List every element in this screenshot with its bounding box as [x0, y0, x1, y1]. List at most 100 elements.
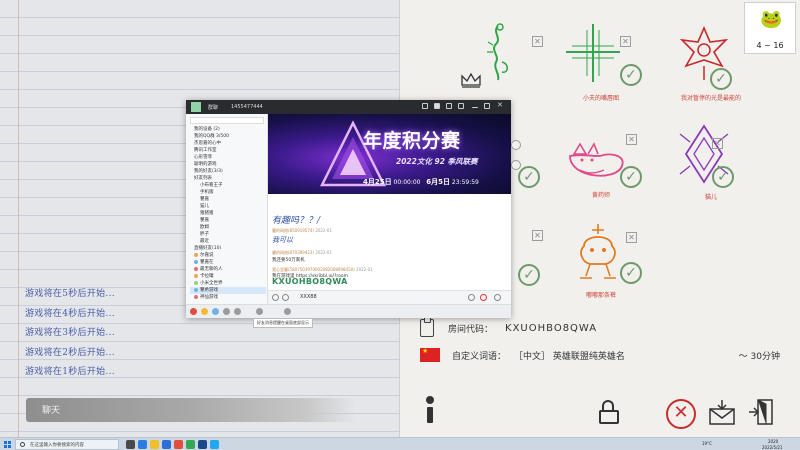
- chat-input-bar[interactable]: 聊天: [26, 398, 356, 422]
- checkmark-icon: ✓: [712, 166, 734, 188]
- clock-time[interactable]: 2020: [768, 439, 778, 444]
- side-tool-icon[interactable]: [511, 160, 521, 170]
- drawing-tile[interactable]: 我对暂停的光是最能的 ✓: [666, 22, 756, 112]
- drawing-tile[interactable]: ✕: [476, 22, 566, 112]
- list-item[interactable]: 手机版: [200, 189, 272, 196]
- qq-icon[interactable]: [210, 440, 219, 449]
- list-item[interactable]: 直播好友(10): [194, 245, 266, 252]
- close-icon[interactable]: ✕: [497, 101, 503, 109]
- windows-start-icon[interactable]: [4, 441, 11, 448]
- list-item[interactable]: 神仙游戏: [194, 294, 266, 301]
- contact-name: 卡拉罐: [200, 274, 214, 279]
- chrome-icon[interactable]: [186, 440, 195, 449]
- gamepad-icon[interactable]: [458, 103, 464, 109]
- chat-main: 年度积分赛 2022文化 92 季风联赛 4月25日 00:00:00 6月5日…: [268, 114, 511, 304]
- side-tool-icon[interactable]: [511, 140, 521, 150]
- list-item[interactable]: 我的好友(3/3): [194, 168, 266, 175]
- close-icon[interactable]: ✕: [712, 138, 723, 149]
- more-icon[interactable]: [494, 294, 501, 301]
- drawing-tile[interactable]: 嘟嘟那条裤 ✓ ✕: [556, 222, 646, 312]
- message-input[interactable]: XXX88: [300, 294, 317, 300]
- list-item[interactable]: 最无聊的人: [194, 266, 266, 273]
- drawing-tile[interactable]: 猫儿 ✓ ✕: [666, 122, 756, 212]
- list-item[interactable]: 瞿嘉: [200, 217, 272, 224]
- app-icon[interactable]: [174, 440, 183, 449]
- list-item[interactable]: 尔嘉说: [194, 252, 266, 259]
- contact-search-input[interactable]: [190, 117, 264, 124]
- checkmark-icon: ✓: [620, 64, 642, 86]
- app-icon[interactable]: [256, 308, 263, 315]
- contact-list: 我的设备 (2) 我的QQ群 3/500 杰思嘉的心中 腾讯工作室 心形雪菲 聪…: [186, 114, 268, 304]
- list-item[interactable]: 好友列表: [194, 175, 266, 182]
- file-explorer-icon[interactable]: [150, 440, 159, 449]
- list-item[interactable]: 小米全世界: [194, 280, 266, 287]
- close-icon[interactable]: ✕: [532, 36, 543, 47]
- countdown-messages: 游戏将在5秒后开始... 游戏将在4秒后开始... 游戏将在3秒后开始... 游…: [25, 286, 115, 384]
- list-item[interactable]: 欧姆: [200, 224, 272, 231]
- list-item[interactable]: 胖子: [200, 231, 272, 238]
- list-item[interactable]: 卡拉罐: [194, 273, 266, 280]
- menu-icon[interactable]: [190, 308, 197, 315]
- list-item[interactable]: 聪明的游戏: [194, 161, 266, 168]
- minimize-icon[interactable]: [472, 107, 478, 108]
- close-icon[interactable]: ✕: [626, 134, 637, 145]
- info-icon[interactable]: [425, 396, 435, 424]
- list-item[interactable]: 杰思嘉的心中: [194, 140, 266, 147]
- list-item-selected[interactable]: 瞿希游戏: [190, 287, 266, 294]
- message-time: 2022-01: [315, 250, 333, 255]
- grid-icon[interactable]: [446, 103, 452, 109]
- toolbar-icon[interactable]: [422, 103, 428, 109]
- tile-label: 猫儿: [704, 194, 717, 201]
- message-input-bar[interactable]: XXX88: [268, 290, 511, 304]
- room-code-value[interactable]: KXUOHBO8QWA: [505, 323, 597, 334]
- exit-door-icon[interactable]: [748, 398, 774, 426]
- list-item[interactable]: 小布看王子: [200, 182, 272, 189]
- clipboard-icon[interactable]: [420, 317, 434, 337]
- list-item[interactable]: 瞿嘉在: [194, 259, 266, 266]
- store-icon[interactable]: [162, 440, 171, 449]
- list-item[interactable]: 最近: [200, 238, 272, 245]
- list-item[interactable]: 我的设备 (2): [194, 126, 266, 133]
- star-icon[interactable]: [201, 308, 208, 315]
- home-icon[interactable]: [434, 103, 440, 109]
- checkmark-icon: ✓: [620, 166, 642, 188]
- chat-title-bar[interactable]: 群聊 1455477444 ✕: [186, 100, 511, 114]
- taskbar: 在这里输入你要搜索的内容 19°C 2020 2022/5/21: [0, 437, 800, 450]
- tooltip: 好友消息提醒在桌面底部显示: [253, 318, 313, 328]
- folder-icon[interactable]: [234, 308, 241, 315]
- chat-window[interactable]: 群聊 1455477444 ✕ 我的设备 (2) 我的QQ群 3/500 杰思嘉…: [186, 100, 511, 318]
- mic-icon[interactable]: [480, 294, 487, 301]
- image-icon[interactable]: [468, 294, 475, 301]
- custom-words-value: ［中文］ 英雄联盟纯英雄名: [514, 351, 625, 362]
- mail-icon[interactable]: [708, 399, 736, 425]
- list-item[interactable]: 心形雪菲: [194, 154, 266, 161]
- task-view-icon[interactable]: [126, 440, 135, 449]
- steam-icon[interactable]: [198, 440, 207, 449]
- avatar[interactable]: [191, 102, 201, 112]
- user-icon[interactable]: [212, 308, 219, 315]
- edge-icon[interactable]: [138, 440, 147, 449]
- taskbar-search[interactable]: 在这里输入你要搜索的内容: [15, 439, 119, 450]
- drawing-tile[interactable]: 黄药师 ✓ ✕: [556, 122, 646, 212]
- drawing-tile[interactable]: 小夫的嘴唇图 ✓ ✕: [556, 22, 646, 112]
- list-item[interactable]: 瞿嘉: [200, 196, 272, 203]
- maximize-icon[interactable]: [484, 103, 490, 109]
- scissors-icon[interactable]: [282, 294, 289, 301]
- lock-icon[interactable]: [599, 400, 619, 424]
- list-item[interactable]: 猫儿: [200, 203, 272, 210]
- app-icon[interactable]: [284, 308, 291, 315]
- checkmark-icon: ✓: [518, 264, 540, 286]
- clock-date[interactable]: 2022/5/21: [762, 445, 783, 450]
- close-icon[interactable]: ✕: [532, 230, 543, 241]
- emoji-icon[interactable]: [272, 294, 279, 301]
- close-icon[interactable]: ✕: [626, 232, 637, 243]
- list-item[interactable]: 腾讯工作室: [194, 147, 266, 154]
- settings-icon[interactable]: [223, 308, 230, 315]
- event-banner[interactable]: 年度积分赛 2022文化 92 季风联赛 4月25日 00:00:00 6月5日…: [268, 114, 511, 194]
- list-item[interactable]: 我的QQ群 3/500: [194, 133, 266, 140]
- round-counter: 4 ~ 16: [756, 41, 784, 50]
- list-item[interactable]: 猪猪猪: [200, 210, 272, 217]
- weather-temp[interactable]: 19°C: [702, 441, 712, 446]
- cancel-icon[interactable]: ✕: [666, 399, 696, 429]
- close-icon[interactable]: ✕: [620, 36, 631, 47]
